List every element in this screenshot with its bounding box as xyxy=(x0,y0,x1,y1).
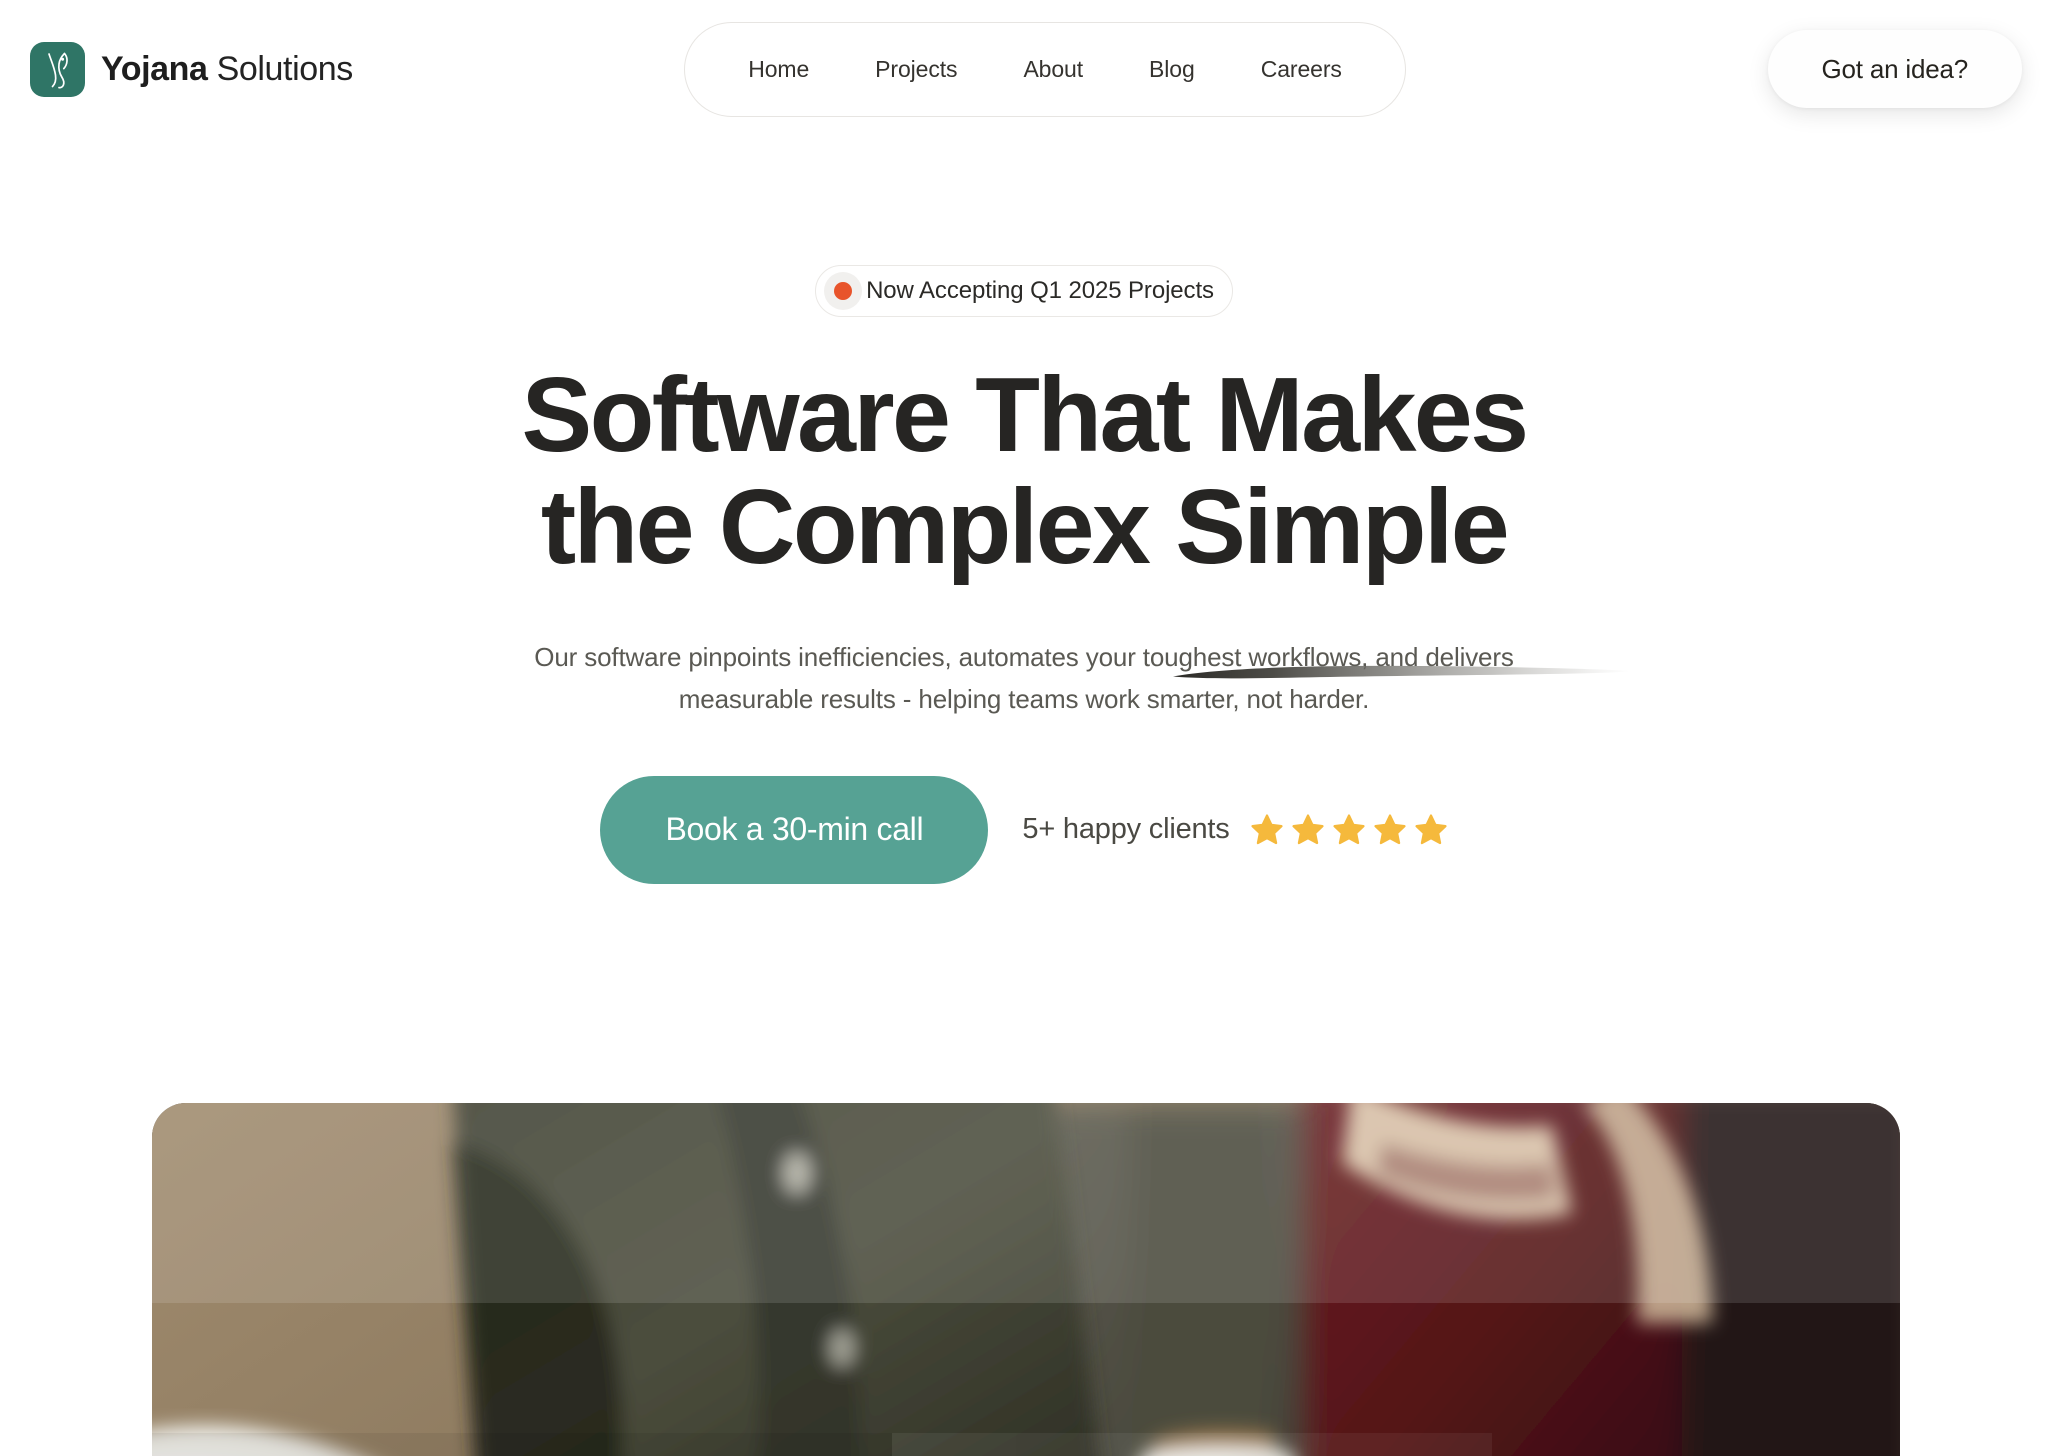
brand-name-regular: Solutions xyxy=(216,50,354,88)
star-icon xyxy=(1332,813,1366,847)
site-header: Yojana Solutions Home Projects About Blo… xyxy=(0,0,2048,140)
star-icon xyxy=(1250,813,1284,847)
headline-line-2: the Complex Simple xyxy=(540,468,1629,679)
social-proof: 5+ happy clients xyxy=(1022,813,1447,847)
brand-logo[interactable]: Yojana Solutions xyxy=(30,36,353,102)
headline-highlight-word: Simple xyxy=(1175,468,1510,587)
hero-actions: Book a 30-min call 5+ happy clients xyxy=(0,775,2048,884)
headline-line-1: Software That Makes xyxy=(521,356,1529,474)
yojana-bird-logo-icon xyxy=(30,41,85,97)
star-icon xyxy=(1291,813,1325,847)
brand-name-bold: Yojana xyxy=(101,50,208,88)
hero-section: Now Accepting Q1 2025 Projects Software … xyxy=(0,140,2048,884)
page-title: Software That Makes the Complex Simple xyxy=(0,356,2048,679)
primary-navigation: Home Projects About Blog Careers xyxy=(684,22,1406,117)
status-dot-icon xyxy=(824,272,863,310)
star-rating xyxy=(1250,813,1448,847)
nav-item-projects[interactable]: Projects xyxy=(842,48,990,91)
landing-page: Yojana Solutions Home Projects About Blo… xyxy=(0,0,2048,1456)
happy-clients-label: 5+ happy clients xyxy=(1022,813,1230,846)
book-call-button[interactable]: Book a 30-min call xyxy=(600,775,989,884)
star-icon xyxy=(1414,813,1448,847)
status-badge-label: Now Accepting Q1 2025 Projects xyxy=(866,277,1214,304)
hero-photo-image xyxy=(152,1103,1900,1456)
star-icon xyxy=(1373,813,1407,847)
nav-item-home[interactable]: Home xyxy=(715,48,842,91)
hero-subtitle: Our software pinpoints inefficiencies, a… xyxy=(534,641,1514,714)
nav-item-careers[interactable]: Careers xyxy=(1228,48,1375,91)
hero-photo xyxy=(152,1103,1900,1456)
headline-line-2-prefix: the Complex xyxy=(540,468,1176,587)
nav-item-about[interactable]: About xyxy=(990,48,1116,91)
brush-underline-icon xyxy=(1171,593,1631,679)
brand-name: Yojana Solutions xyxy=(101,52,353,86)
status-badge: Now Accepting Q1 2025 Projects xyxy=(815,265,1233,317)
nav-item-blog[interactable]: Blog xyxy=(1116,48,1228,91)
got-an-idea-button[interactable]: Got an idea? xyxy=(1767,30,2022,108)
